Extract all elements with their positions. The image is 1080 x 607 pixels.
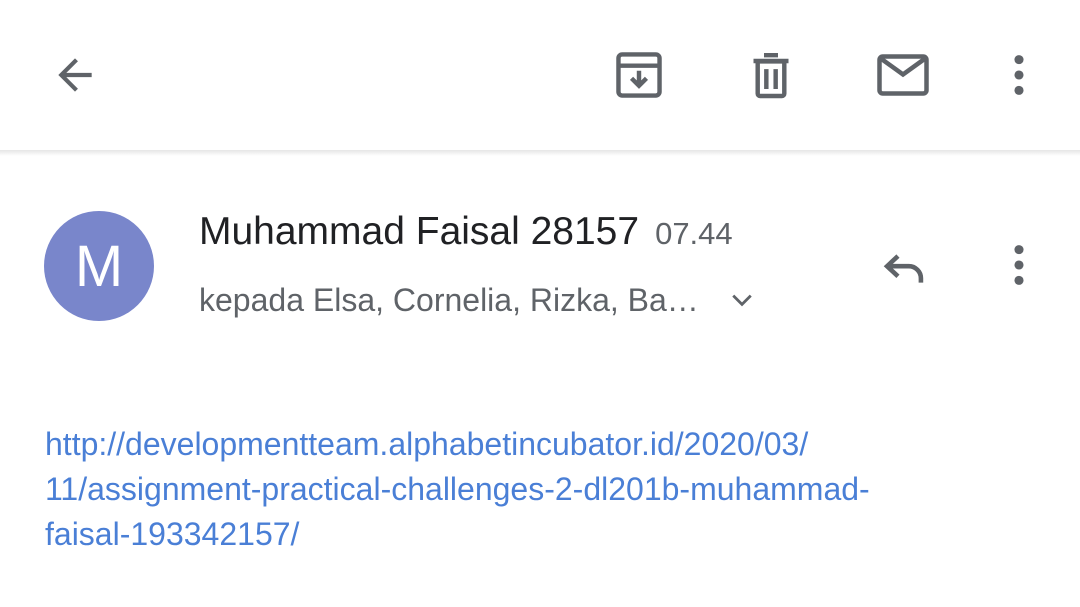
message-time: 07.44 bbox=[655, 216, 733, 251]
top-app-bar bbox=[0, 0, 1080, 150]
toolbar-divider bbox=[0, 150, 1080, 156]
more-vert-icon bbox=[1014, 245, 1024, 285]
more-vert-icon bbox=[1014, 55, 1024, 95]
arrow-back-icon bbox=[58, 58, 92, 92]
message-body-link[interactable]: http://developmentteam.alphabetincubator… bbox=[45, 422, 1045, 557]
link-line: 11/assignment-practical-challenges-2-dl2… bbox=[45, 471, 870, 507]
reply-icon bbox=[883, 254, 924, 283]
chevron-down-icon bbox=[727, 285, 757, 315]
delete-button[interactable] bbox=[731, 35, 811, 115]
back-button[interactable] bbox=[35, 35, 115, 115]
archive-icon bbox=[616, 52, 662, 98]
trash-icon bbox=[753, 52, 789, 99]
link-line: faisal-193342157/ bbox=[45, 516, 300, 552]
recipients-text: kepada Elsa, Cornelia, Rizka, Ba… bbox=[199, 281, 699, 318]
sender-header: Muhammad Faisal 28157 07.44 bbox=[199, 210, 733, 260]
sender-avatar[interactable]: M bbox=[44, 211, 154, 321]
sender-name: Muhammad Faisal 28157 bbox=[199, 210, 640, 253]
avatar-letter: M bbox=[74, 233, 124, 299]
reply-button[interactable] bbox=[864, 225, 944, 305]
recipients-toggle[interactable]: kepada Elsa, Cornelia, Rizka, Ba… bbox=[199, 278, 757, 322]
mail-icon bbox=[877, 54, 929, 96]
message-more-button[interactable] bbox=[979, 225, 1059, 305]
more-options-button[interactable] bbox=[979, 35, 1059, 115]
archive-button[interactable] bbox=[599, 35, 679, 115]
mark-unread-button[interactable] bbox=[863, 35, 943, 115]
link-line: http://developmentteam.alphabetincubator… bbox=[45, 426, 809, 462]
